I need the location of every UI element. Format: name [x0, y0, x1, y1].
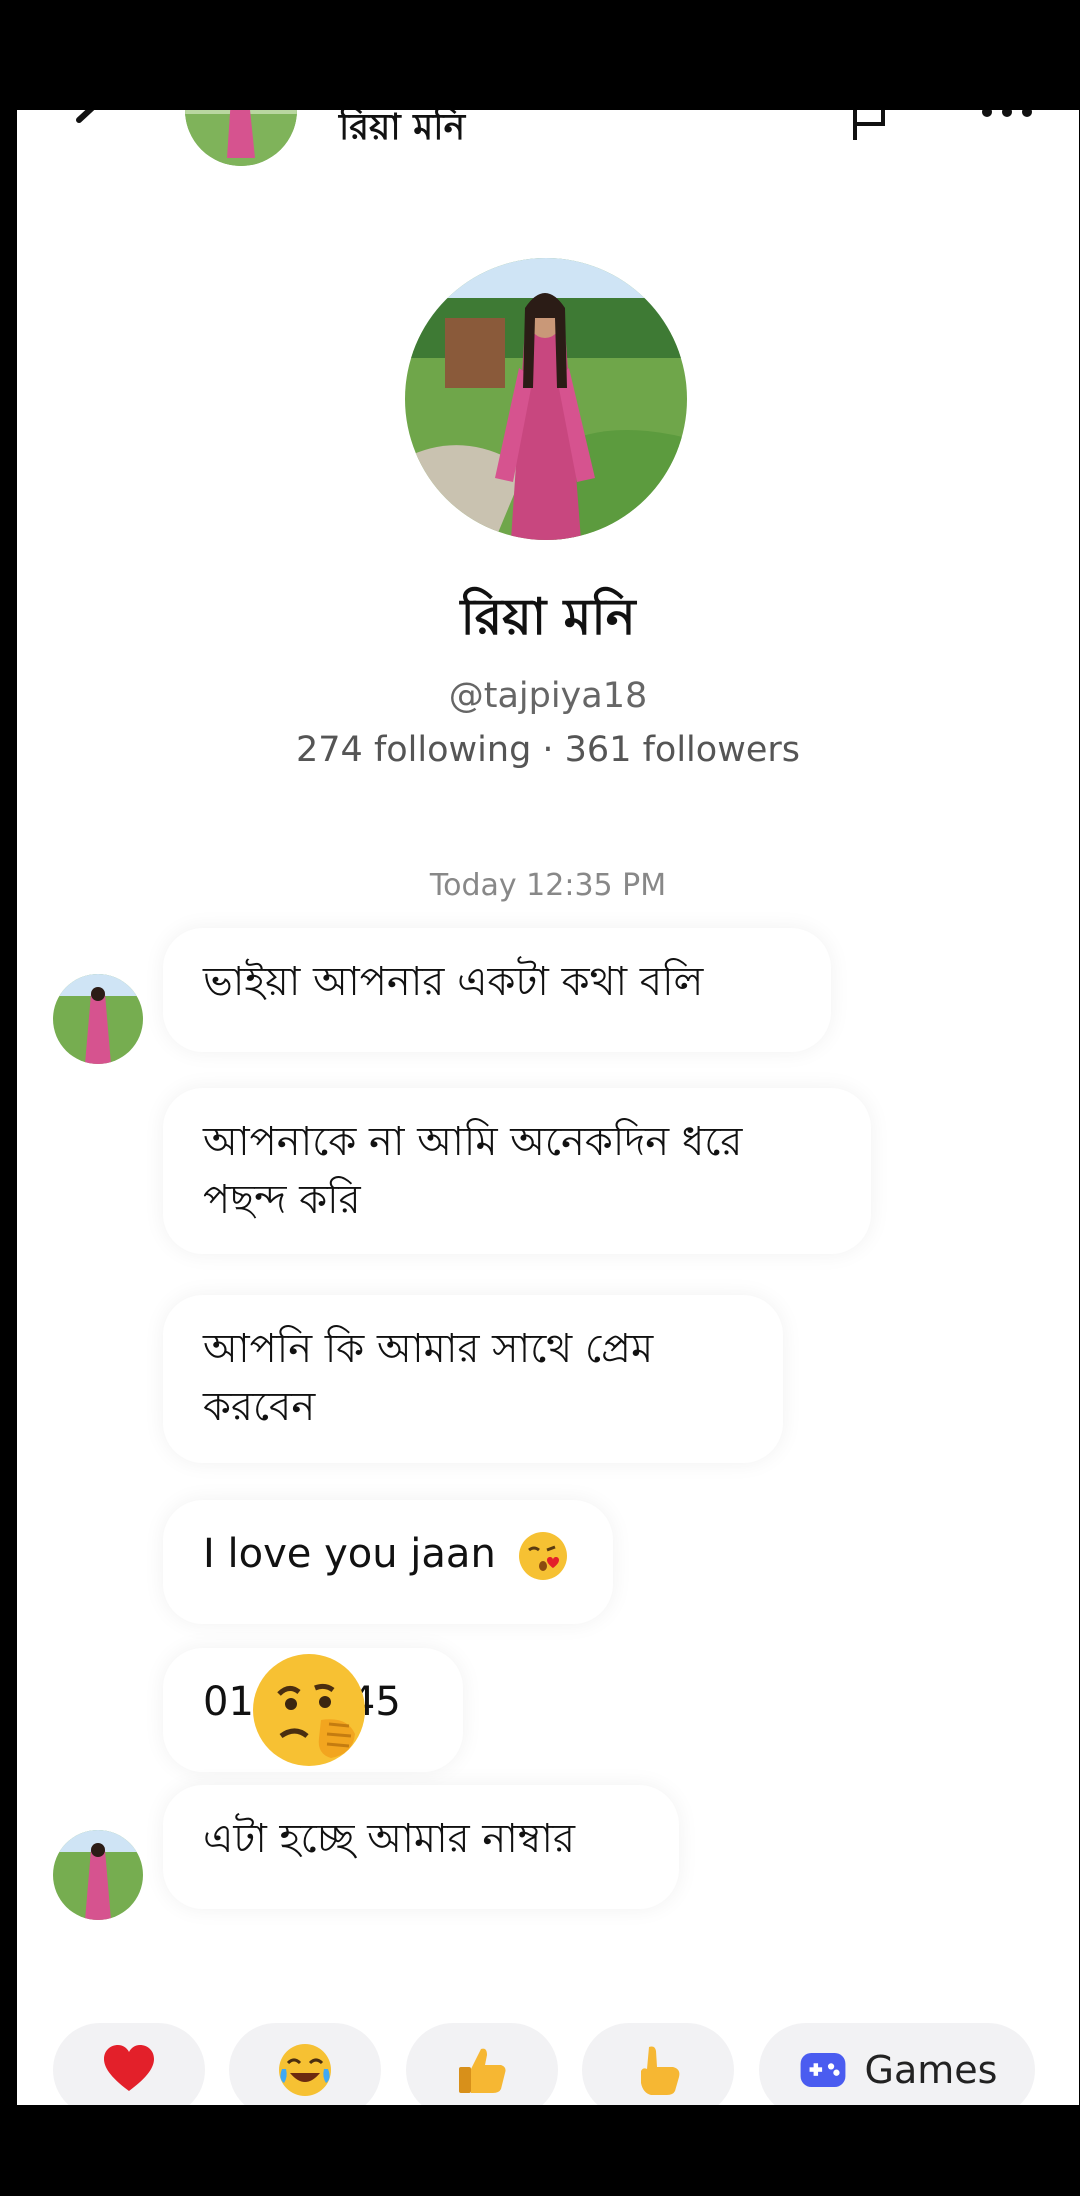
header-contact-name: রিয়া মনি	[339, 110, 466, 148]
message-bubble[interactable]: এটা হচ্ছে আমার নাম্বার	[163, 1785, 679, 1909]
kissing-heart-emoji-icon	[518, 1532, 567, 1580]
chat-header: রিয়া মনি	[17, 110, 1079, 180]
message-text: I love you jaan	[203, 1531, 496, 1577]
reaction-pointing-button[interactable]	[582, 2023, 734, 2105]
more-options-icon[interactable]	[977, 110, 1037, 124]
message-bubble[interactable]: ভাইয়া আপনার একটা কথা বলি	[163, 928, 831, 1052]
thumbs-up-icon	[459, 2048, 506, 2093]
profile-name: রিয়া মনি	[460, 588, 636, 646]
reaction-thumbs-up-button[interactable]	[406, 2023, 558, 2105]
games-label: Games	[864, 2048, 998, 2092]
flag-icon[interactable]	[849, 110, 889, 140]
profile-avatar[interactable]	[405, 258, 687, 540]
profile-stats: 274 following · 361 followers	[296, 730, 800, 770]
phone-number-start: 01	[203, 1679, 254, 1725]
message-timestamp: Today 12:35 PM	[429, 868, 667, 903]
chat-screen: রিয়া মনি রিয়া মনি @tajpiya18 274 follo…	[17, 110, 1079, 2105]
games-icon	[800, 2052, 845, 2088]
sender-avatar[interactable]	[53, 1830, 143, 1920]
message-bubble[interactable]: আপনি কি আমার সাথে প্রেম করবেন	[163, 1295, 783, 1463]
header-avatar[interactable]	[185, 110, 297, 166]
games-button[interactable]: Games	[759, 2023, 1035, 2105]
sender-avatar[interactable]	[53, 974, 143, 1064]
heart-icon	[104, 2045, 154, 2091]
message-bubble[interactable]: I love you jaan	[163, 1500, 613, 1624]
reaction-heart-button[interactable]	[53, 2023, 205, 2105]
pointing-hand-icon	[641, 2046, 680, 2095]
laughing-emoji-icon	[279, 2044, 331, 2096]
reaction-laugh-button[interactable]	[229, 2023, 381, 2105]
quick-reaction-bar: Games	[17, 2023, 1079, 2105]
message-bubble[interactable]: আপনাকে না আমি অনেকদিন ধরে পছন্দ করি	[163, 1088, 871, 1254]
back-arrow-icon[interactable]	[65, 110, 125, 150]
profile-handle: @tajpiya18	[448, 676, 648, 716]
peeking-hand-over-mouth-emoji-icon	[253, 1654, 365, 1766]
